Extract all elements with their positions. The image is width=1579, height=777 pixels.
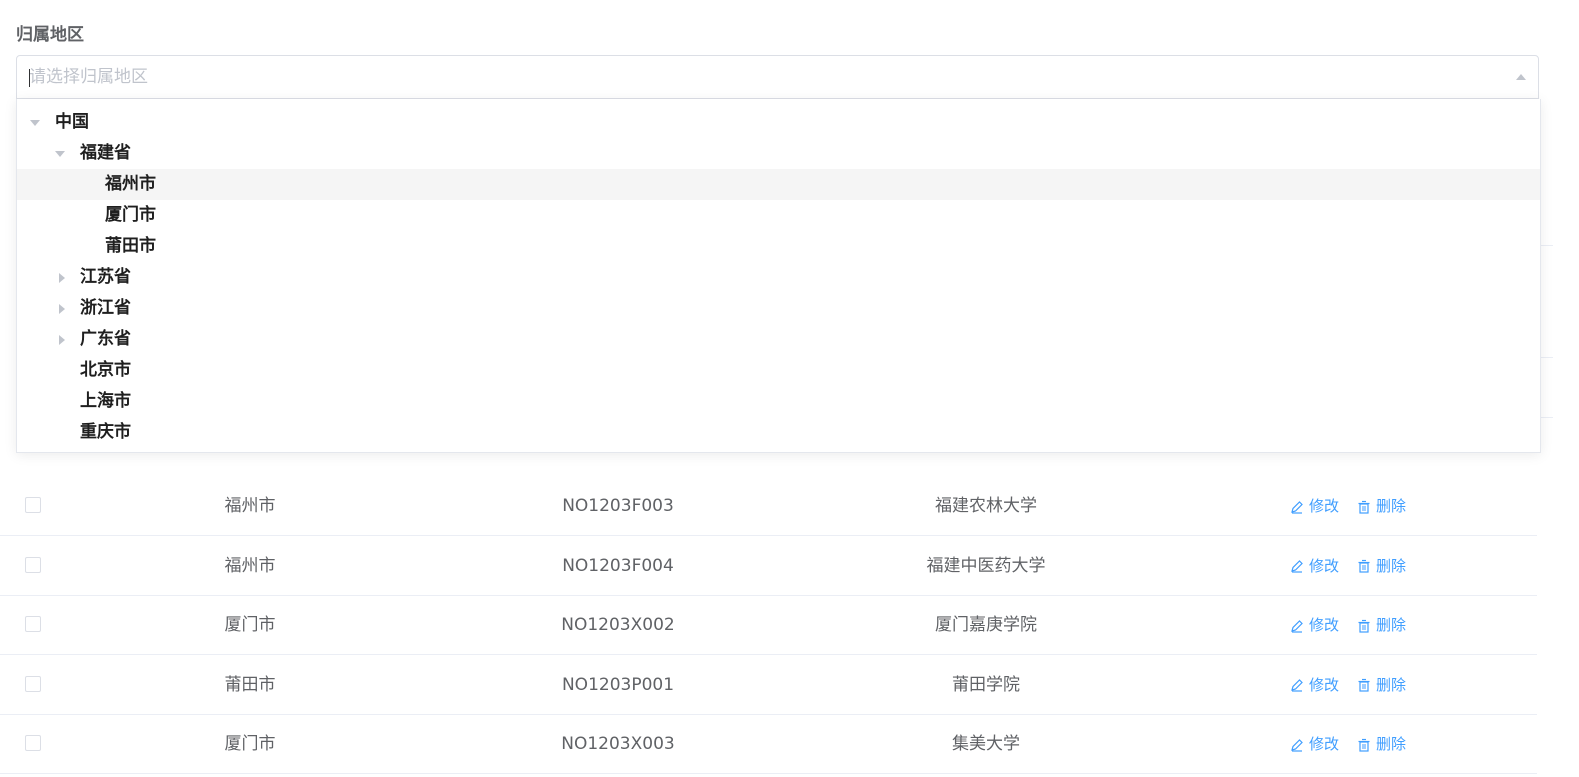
cell-actions: 修改 删除 — [1290, 715, 1450, 774]
region-tree-dropdown: 中国福建省福州市厦门市莆田市江苏省浙江省广东省北京市上海市重庆市 — [16, 99, 1541, 453]
cell-actions: 修改 删除 — [1290, 596, 1450, 655]
edit-label: 修改 — [1309, 616, 1340, 634]
edit-icon — [1290, 559, 1309, 573]
delete-button[interactable]: 删除 — [1357, 656, 1406, 715]
edit-button[interactable]: 修改 — [1290, 715, 1339, 774]
caret-right-icon[interactable] — [59, 304, 65, 314]
delete-label: 删除 — [1376, 675, 1407, 694]
table-row: 莆田市 NO1203P001 莆田学院 修改 删除 — [0, 656, 1537, 715]
tree-node-label: 江苏省 — [80, 267, 131, 287]
cell-code: NO1203X002 — [561, 615, 675, 635]
delete-button[interactable]: 删除 — [1357, 596, 1406, 655]
tree-node[interactable]: 厦门市 — [17, 200, 1540, 231]
tree-node[interactable]: 中国 — [17, 107, 1540, 138]
table-row: 厦门市 NO1203X003 集美大学 修改 删除 — [0, 715, 1537, 774]
tree-node[interactable]: 重庆市 — [17, 417, 1540, 448]
row-checkbox[interactable] — [25, 616, 41, 632]
edit-label: 修改 — [1309, 675, 1340, 694]
tree-node-label: 福建省 — [80, 143, 131, 163]
trash-icon — [1357, 619, 1376, 633]
tree-node[interactable]: 福州市 — [17, 169, 1540, 200]
tree-node[interactable]: 莆田市 — [17, 231, 1540, 262]
cell-school-name: 集美大学 — [952, 734, 1020, 754]
cell-city: 福州市 — [224, 555, 276, 576]
region-select-input[interactable] — [29, 56, 1479, 98]
caret-down-icon[interactable] — [30, 120, 40, 126]
region-field-label: 归属地区 — [16, 25, 84, 45]
delete-button[interactable]: 删除 — [1357, 477, 1406, 536]
row-checkbox[interactable] — [25, 675, 41, 692]
cell-city: 福州市 — [224, 496, 276, 516]
delete-label: 删除 — [1376, 616, 1407, 634]
edit-label: 修改 — [1309, 556, 1340, 575]
trash-icon — [1357, 738, 1376, 752]
text-caret — [29, 69, 30, 87]
row-checkbox[interactable] — [25, 735, 41, 751]
cell-school-name: 厦门嘉庚学院 — [935, 615, 1037, 635]
tree-node-label: 中国 — [55, 112, 89, 132]
edit-button[interactable]: 修改 — [1290, 477, 1339, 536]
edit-button[interactable]: 修改 — [1290, 537, 1339, 596]
cell-code: NO1203P001 — [561, 674, 675, 695]
cell-actions: 修改 删除 — [1290, 537, 1450, 596]
edit-icon — [1290, 500, 1309, 514]
cell-school-name: 莆田学院 — [952, 674, 1020, 695]
table-row: 福州市 NO1203F003 福建农林大学 修改 删除 — [0, 477, 1537, 536]
cell-code: NO1203X003 — [561, 734, 675, 754]
table-row: 福州市 NO1203F004 福建中医药大学 修改 删除 — [0, 537, 1537, 596]
trash-icon — [1357, 500, 1376, 514]
edit-icon — [1290, 738, 1309, 752]
delete-label: 删除 — [1376, 556, 1407, 575]
cell-city: 厦门市 — [224, 615, 276, 635]
caret-right-icon[interactable] — [59, 273, 65, 283]
cell-school-name: 福建农林大学 — [935, 496, 1037, 516]
tree-node[interactable]: 北京市 — [17, 355, 1540, 386]
edit-button[interactable]: 修改 — [1290, 656, 1339, 715]
tree-node-label: 福州市 — [105, 174, 156, 194]
tree-node-label: 浙江省 — [80, 298, 131, 318]
cell-city: 厦门市 — [224, 734, 276, 754]
trash-icon — [1357, 559, 1376, 573]
cell-code: NO1203F003 — [562, 496, 674, 516]
tree-node[interactable]: 广东省 — [17, 324, 1540, 355]
delete-label: 删除 — [1376, 735, 1407, 753]
cell-school-name: 福建中医药大学 — [926, 555, 1046, 576]
caret-right-icon[interactable] — [59, 335, 65, 345]
edit-label: 修改 — [1309, 735, 1340, 753]
tree-node[interactable]: 上海市 — [17, 386, 1540, 417]
tree-node-label: 莆田市 — [105, 236, 156, 256]
tree-node[interactable]: 江苏省 — [17, 262, 1540, 293]
row-checkbox[interactable] — [25, 556, 41, 573]
tree-node-label: 重庆市 — [80, 422, 131, 442]
delete-button[interactable]: 删除 — [1357, 715, 1406, 774]
edit-icon — [1290, 619, 1309, 633]
delete-label: 删除 — [1376, 497, 1407, 515]
caret-down-icon[interactable] — [55, 151, 65, 157]
cell-city: 莆田市 — [224, 674, 276, 695]
table-row: 厦门市 NO1203X002 厦门嘉庚学院 修改 删除 — [0, 596, 1537, 655]
tree-node-label: 厦门市 — [105, 205, 156, 225]
cell-code: NO1203F004 — [562, 555, 674, 576]
tree-node-label: 北京市 — [80, 360, 131, 380]
tree-node-label: 广东省 — [80, 329, 131, 349]
cell-actions: 修改 删除 — [1290, 477, 1450, 536]
edit-button[interactable]: 修改 — [1290, 596, 1339, 655]
edit-label: 修改 — [1309, 497, 1340, 515]
trash-icon — [1357, 678, 1376, 692]
row-checkbox[interactable] — [25, 497, 41, 513]
region-select[interactable] — [16, 55, 1539, 99]
edit-icon — [1290, 678, 1309, 692]
chevron-up-icon[interactable] — [1516, 74, 1526, 80]
tree-node[interactable]: 浙江省 — [17, 293, 1540, 324]
cell-actions: 修改 删除 — [1290, 656, 1450, 715]
tree-node-label: 上海市 — [80, 391, 131, 411]
delete-button[interactable]: 删除 — [1357, 537, 1406, 596]
tree-node[interactable]: 福建省 — [17, 138, 1540, 169]
